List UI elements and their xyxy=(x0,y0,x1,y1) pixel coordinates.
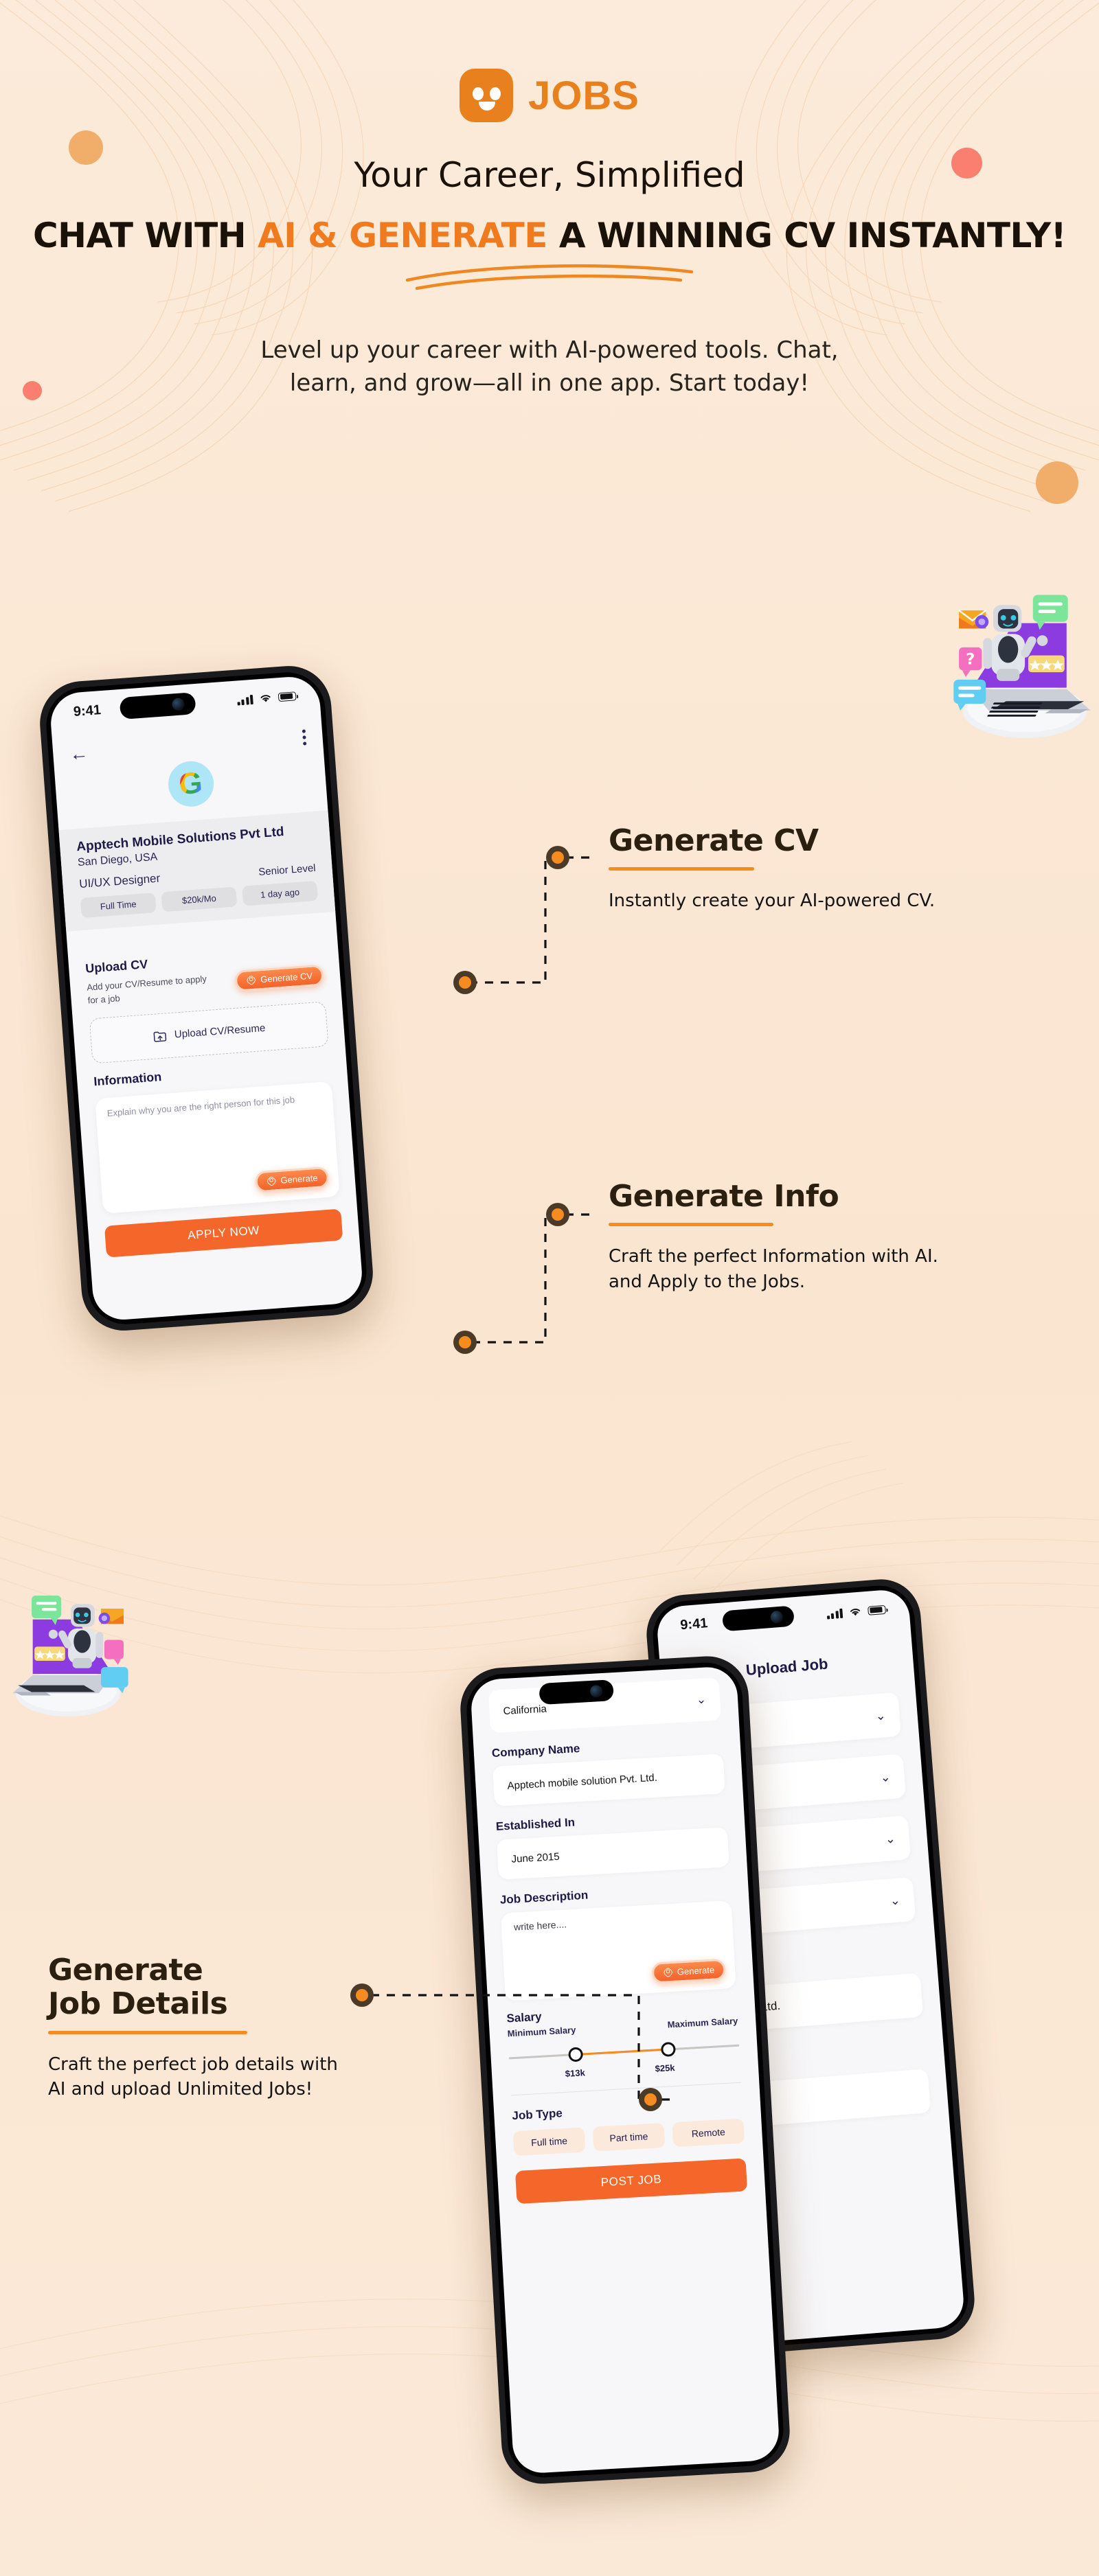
callout-underline xyxy=(48,2030,247,2034)
apply-now-label: APPLY NOW xyxy=(187,1223,260,1242)
smiley-face-icon xyxy=(460,69,514,122)
wifi-icon xyxy=(850,1608,861,1615)
subcopy-line-2: learn, and grow—all in one app. Start to… xyxy=(289,369,810,398)
upload-cv-hint: Add your CV/Resume to apply for a job xyxy=(86,973,207,1006)
callout-underline xyxy=(609,1223,773,1227)
phone-mockup-job-detail: 9:41 ← G Apptech Mobile Solutions Pvt Lt… xyxy=(36,663,376,1334)
job-type-option[interactable]: Part time xyxy=(592,2122,666,2152)
generate-cv-button[interactable]: Generate CV xyxy=(234,964,325,992)
battery-icon xyxy=(277,691,297,702)
openai-sparkle-icon xyxy=(664,1968,672,1977)
company-name-value: Apptech mobile solution Pvt. Ltd. xyxy=(507,1771,658,1792)
established-in-value: June 2015 xyxy=(511,1850,560,1865)
chevron-down-icon: ⌄ xyxy=(696,1692,707,1707)
post-job-label: POST JOB xyxy=(600,2172,662,2189)
phone1-screen: 9:41 ← G Apptech Mobile Solutions Pvt Lt… xyxy=(48,674,365,1322)
generate-label: Generate xyxy=(677,1964,715,1977)
svg-text:?: ? xyxy=(966,650,975,668)
connector-dot-job-details-label xyxy=(350,1983,374,2007)
generate-label: Generate xyxy=(280,1172,319,1186)
hero-headline: CHAT WITH AI & GENERATE A WINNING CV INS… xyxy=(0,216,1099,255)
callout-description: Craft the perfect Information with AI. a… xyxy=(609,1246,938,1292)
hero-header: JOBS Your Career, Simplified CHAT WITH A… xyxy=(0,0,1099,400)
job-type-option[interactable]: Full time xyxy=(512,2127,586,2157)
callout-title: Generate Info xyxy=(609,1179,839,1214)
callout-underline xyxy=(609,867,754,871)
wifi-icon xyxy=(260,694,271,702)
generate-info-button[interactable]: Generate xyxy=(254,1166,330,1193)
hero-tagline: Your Career, Simplified xyxy=(354,155,745,195)
cv-dropzone-label: Upload CV/Resume xyxy=(174,1022,266,1041)
status-time: 9:41 xyxy=(679,1615,709,1633)
job-type-options: Full time Part time Remote xyxy=(512,2118,745,2157)
chevron-down-icon: ⌄ xyxy=(884,1831,896,1846)
status-time: 9:41 xyxy=(73,702,102,720)
callout-generate-job-details: Generate Job Details Craft the perfect j… xyxy=(48,1953,433,2102)
dynamic-island xyxy=(539,1679,614,1705)
openai-sparkle-icon xyxy=(247,976,256,985)
apply-now-button[interactable]: APPLY NOW xyxy=(104,1208,343,1258)
battery-icon xyxy=(868,1605,886,1615)
headline-underline-swoosh xyxy=(405,264,694,290)
callout-title: Generate CV xyxy=(609,823,819,858)
decor-circle-tan-right xyxy=(1036,461,1078,504)
chevron-down-icon: ⌄ xyxy=(879,1769,892,1784)
job-tag: $20k/Mo xyxy=(161,886,238,912)
job-description-placeholder: write here.... xyxy=(513,1918,567,1933)
chevron-down-icon: ⌄ xyxy=(889,1892,901,1908)
callout-description: Instantly create your AI-powered CV. xyxy=(609,890,936,912)
chevron-down-icon: ⌄ xyxy=(874,1707,887,1723)
hero-subcopy: Level up your career with AI-powered too… xyxy=(0,334,1099,400)
google-g-icon: G xyxy=(166,759,215,809)
back-arrow-icon[interactable]: ← xyxy=(69,742,89,764)
cellular-signal-icon xyxy=(826,1607,843,1620)
callout-generate-info: Generate Info Craft the perfect Informat… xyxy=(609,1180,1048,1294)
headline-pre: CHAT WITH xyxy=(32,216,258,255)
information-textarea[interactable]: Explain why you are the right person for… xyxy=(95,1081,340,1214)
connector-dot-generate-cv-label xyxy=(546,846,569,869)
job-type-option[interactable]: Remote xyxy=(672,2118,745,2148)
information-placeholder: Explain why you are the right person for… xyxy=(106,1094,295,1118)
job-role: UI/UX Designer xyxy=(78,871,161,891)
connector-dot-generate-info-label xyxy=(546,1203,569,1226)
established-in-input[interactable]: June 2015 xyxy=(497,1827,729,1880)
headline-post: A WINNING CV INSTANTLY! xyxy=(547,216,1067,255)
brand-logo: JOBS xyxy=(0,69,1099,122)
job-tag: 1 day ago xyxy=(242,880,319,906)
generate-cv-label: Generate CV xyxy=(260,970,313,985)
openai-sparkle-icon xyxy=(267,1176,276,1186)
callout-title: Generate Job Details xyxy=(48,1953,228,2022)
job-level: Senior Level xyxy=(258,862,317,878)
job-tag: Full Time xyxy=(80,893,157,918)
connector-line-generate-cv xyxy=(464,856,589,984)
callout-generate-cv: Generate CV Instantly create your AI-pow… xyxy=(609,824,1048,914)
cv-dropzone[interactable]: Upload CV/Resume xyxy=(89,1001,329,1064)
connector-dot-generate-cv-button xyxy=(453,971,477,994)
cellular-signal-icon xyxy=(236,693,253,706)
robot-laptop-illustration-bottom xyxy=(12,1595,128,1717)
post-job-button[interactable]: POST JOB xyxy=(514,2158,748,2205)
job-summary-card: Apptech Mobile Solutions Pvt Ltd San Die… xyxy=(58,810,336,932)
robot-laptop-illustration-top: ? xyxy=(953,595,1091,739)
company-name-input[interactable]: Apptech mobile solution Pvt. Ltd. xyxy=(492,1753,725,1806)
kebab-menu-icon[interactable] xyxy=(302,728,307,746)
upload-file-icon xyxy=(153,1031,167,1042)
headline-accent: AI & GENERATE xyxy=(257,216,548,255)
connector-dot-job-details-button xyxy=(639,2088,662,2111)
subcopy-line-1: Level up your career with AI-powered too… xyxy=(260,336,839,364)
state-value: California xyxy=(503,1703,547,1717)
connector-line-generate-info xyxy=(464,1213,589,1344)
generate-job-details-button[interactable]: Generate xyxy=(651,1958,726,1984)
connector-dot-generate-info-button xyxy=(453,1331,477,1354)
brand-logo-text: JOBS xyxy=(528,73,639,118)
callout-description: Craft the perfect job details with AI an… xyxy=(48,2054,338,2100)
